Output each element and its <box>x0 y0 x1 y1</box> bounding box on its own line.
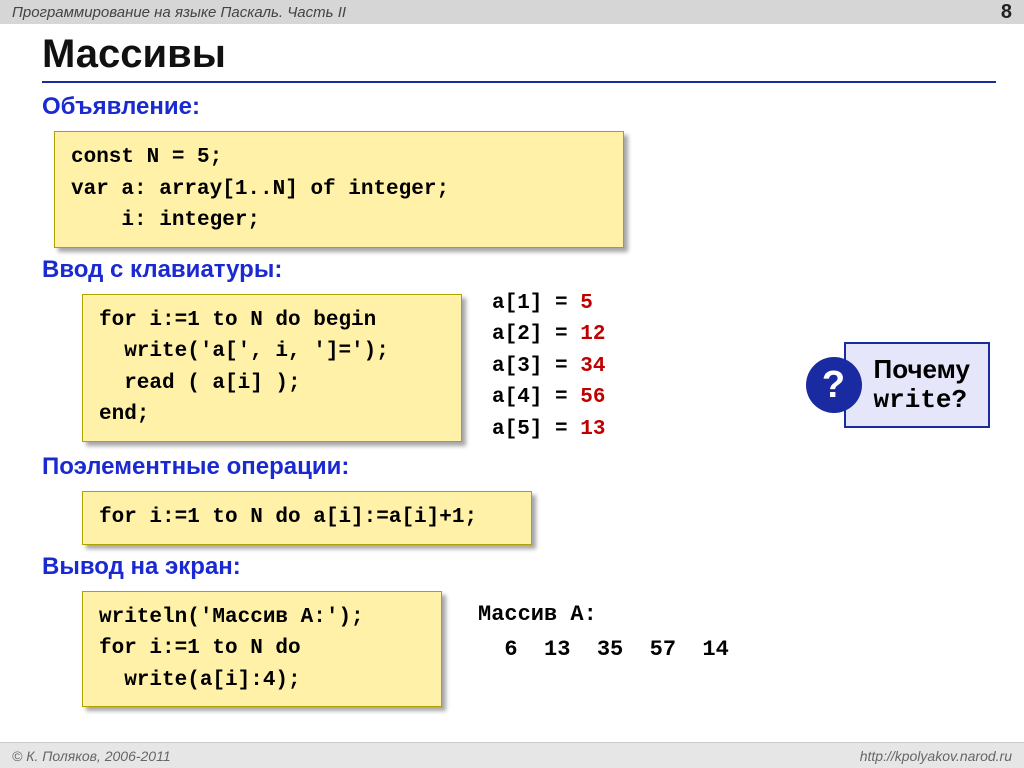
code-input: for i:=1 to N do begin write('a[', i, ']… <box>82 294 462 442</box>
sample-input-values: a[1] = 5 a[2] = 12 a[3] = 34 a[4] = 56 a… <box>492 288 605 446</box>
section-ops-heading: Поэлементные операции: <box>42 453 996 481</box>
slide-title: Массивы <box>42 32 996 77</box>
callout-box: Почему write? <box>844 342 990 428</box>
section-input-heading: Ввод с клавиатуры: <box>42 256 996 284</box>
why-write-callout: ? Почему write? <box>806 342 990 428</box>
code-declaration: const N = 5; var a: array[1..N] of integ… <box>54 131 624 248</box>
output-result: Массив A: 6 13 35 57 14 <box>478 597 729 667</box>
section-output-heading: Вывод на экран: <box>42 553 996 581</box>
slide-header: Программирование на языке Паскаль. Часть… <box>0 0 1024 24</box>
slide-footer: © К. Поляков, 2006-2011 http://kpolyakov… <box>0 742 1024 768</box>
code-ops: for i:=1 to N do a[i]:=a[i]+1; <box>82 491 532 545</box>
copyright: © К. Поляков, 2006-2011 <box>12 748 171 764</box>
question-icon: ? <box>806 357 862 413</box>
page-number: 8 <box>1001 1 1012 24</box>
output-result-title: Массив A: <box>478 597 729 632</box>
output-result-values: 6 13 35 57 14 <box>478 632 729 667</box>
callout-line1: Почему <box>874 354 970 385</box>
callout-line2: write? <box>874 385 970 416</box>
course-title: Программирование на языке Паскаль. Часть… <box>12 4 346 21</box>
title-underline <box>42 81 996 83</box>
code-output: writeln('Массив A:'); for i:=1 to N do w… <box>82 591 442 708</box>
footer-url: http://kpolyakov.narod.ru <box>860 748 1012 764</box>
slide-content: Массивы Объявление: const N = 5; var a: … <box>0 24 1024 707</box>
section-declaration-heading: Объявление: <box>42 93 996 121</box>
